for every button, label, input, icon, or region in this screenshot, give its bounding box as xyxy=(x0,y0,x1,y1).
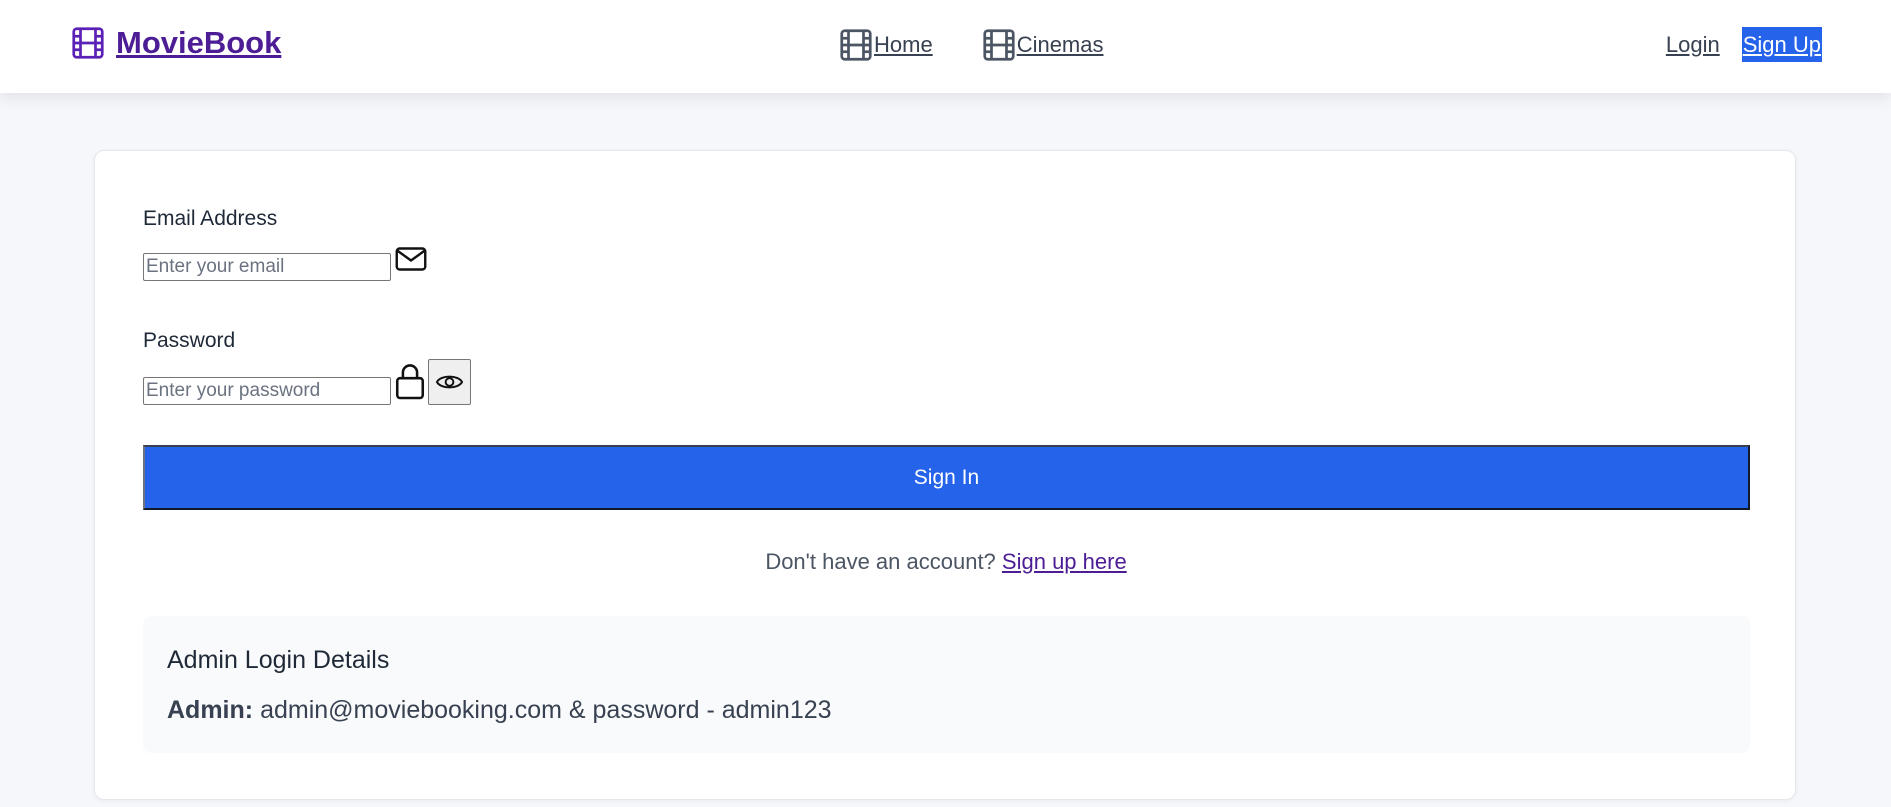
nav-link-home[interactable]: Home xyxy=(838,27,933,63)
brand-link[interactable]: MovieBook xyxy=(70,25,281,61)
email-label: Email Address xyxy=(143,207,278,230)
film-icon xyxy=(983,29,1015,61)
signup-link[interactable]: Sign Up xyxy=(1741,27,1822,62)
admin-credentials-text: admin@moviebooking.com & password - admi… xyxy=(260,696,832,724)
film-icon xyxy=(840,29,872,61)
email-input[interactable] xyxy=(143,253,391,281)
brand-name: MovieBook xyxy=(116,25,282,60)
eye-icon xyxy=(435,375,464,389)
login-link[interactable]: Login xyxy=(1666,32,1720,58)
mail-icon xyxy=(395,247,427,271)
nav-link-cinemas-label: Cinemas xyxy=(1016,32,1104,57)
lock-icon xyxy=(395,364,425,400)
admin-details-box: Admin Login Details Admin: admin@moviebo… xyxy=(143,616,1750,753)
film-icon xyxy=(72,27,104,59)
sign-in-button[interactable]: Sign In xyxy=(143,445,1750,510)
admin-label: Admin: xyxy=(167,696,254,724)
password-label: Password xyxy=(143,329,236,352)
admin-details-title: Admin Login Details xyxy=(167,646,390,674)
signup-prompt: Don't have an account? Sign up here xyxy=(95,549,1797,575)
navbar: MovieBook Home Cinemas Login Sign Up xyxy=(0,0,1891,93)
signup-prompt-text: Don't have an account? xyxy=(765,549,996,574)
nav-link-cinemas[interactable]: Cinemas xyxy=(981,27,1104,63)
auth-links: Login Sign Up xyxy=(1666,27,1822,62)
login-card: Email Address Password Sign In Don't hav… xyxy=(94,150,1796,800)
admin-credentials: Admin: admin@moviebooking.com & password… xyxy=(167,696,832,725)
nav-link-home-label: Home xyxy=(874,32,933,57)
signup-here-link[interactable]: Sign up here xyxy=(1002,549,1127,574)
toggle-password-button[interactable] xyxy=(428,359,471,405)
password-input[interactable] xyxy=(143,377,391,405)
main-nav: Home Cinemas xyxy=(838,27,1104,63)
